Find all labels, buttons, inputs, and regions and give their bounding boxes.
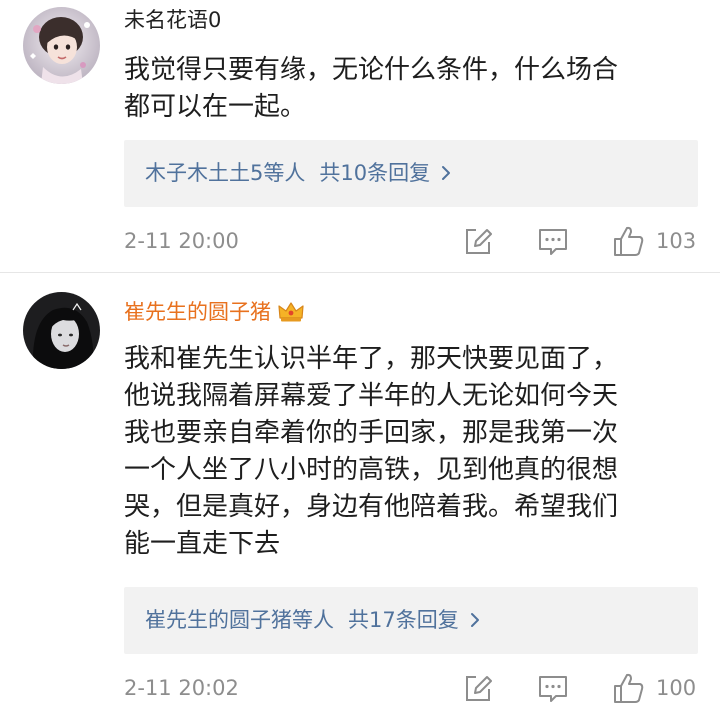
replies-preview[interactable]: 崔先生的圆子猪等人 共17条回复 (124, 587, 698, 654)
timestamp: 2-11 20:00 (124, 229, 239, 253)
comment-text-line: 我觉得只要有缘，无论什么条件，什么场合 (124, 55, 619, 85)
username[interactable]: 崔先生的圆子猪 (124, 298, 305, 330)
comment-bubble-icon[interactable] (537, 671, 569, 705)
comment-footer: 2-11 20:02 100 (124, 671, 704, 705)
replies-preview[interactable]: 木子木土土5等人 共10条回复 (124, 140, 698, 207)
comment-text-line: 哭，但是真好，身边有他陪着我。希望我们 (124, 492, 619, 522)
replies-count-label: 共10条回复 (319, 161, 431, 185)
username[interactable]: 未名花语0 (124, 6, 221, 34)
comment-text-line: 一个人坐了八小时的高铁，见到他真的很想 (124, 455, 619, 485)
avatar[interactable] (23, 7, 100, 84)
comment-text: 我觉得只要有缘，无论什么条件，什么场合 都可以在一起。 (124, 52, 704, 126)
chevron-right-icon (469, 588, 481, 655)
replies-from-label: 崔先生的圆子猪等人 (145, 608, 334, 632)
comment-text-line: 能一直走下去 (124, 529, 281, 559)
thumbs-up-icon[interactable] (612, 671, 646, 705)
username-text: 崔先生的圆子猪 (124, 300, 271, 324)
comment-text: 我和崔先生认识半年了，那天快要见面了， 他说我隔着屏幕爱了半年的人无论如何今天 … (124, 341, 704, 563)
replies-from-label: 木子木土土5等人 (145, 161, 306, 185)
avatar-image (23, 7, 100, 84)
edit-square-icon[interactable] (462, 671, 492, 705)
comment-footer: 2-11 20:00 103 (124, 224, 704, 258)
comment-text-line: 我也要亲自牵着你的手回家，那是我第一次 (124, 418, 619, 448)
comment-bubble-icon[interactable] (537, 224, 569, 258)
comment-item: 崔先生的圆子猪 我和崔先生认识半年了，那天快要见面了， 他说我隔着屏幕爱了半年的… (0, 273, 720, 711)
thumbs-up-icon[interactable] (612, 224, 646, 258)
replies-count-label: 共17条回复 (348, 608, 459, 632)
comment-item: 未名花语0 我觉得只要有缘，无论什么条件，什么场合 都可以在一起。 木子木土土5… (0, 0, 720, 272)
edit-square-icon[interactable] (462, 224, 492, 258)
comment-text-line: 我和崔先生认识半年了，那天快要见面了， (124, 344, 619, 374)
avatar-image (23, 292, 100, 369)
avatar[interactable] (23, 292, 100, 369)
like-count: 100 (656, 676, 697, 700)
comment-text-line: 他说我隔着屏幕爱了半年的人无论如何今天 (124, 381, 619, 411)
crown-badge-icon (277, 299, 305, 330)
timestamp: 2-11 20:02 (124, 676, 239, 700)
comment-text-line: 都可以在一起。 (124, 92, 307, 122)
chevron-right-icon (440, 141, 452, 208)
like-count: 103 (656, 229, 697, 253)
